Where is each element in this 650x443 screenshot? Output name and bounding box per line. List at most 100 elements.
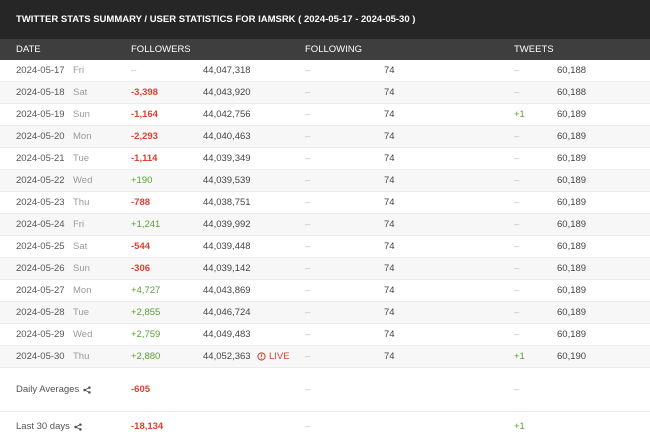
following-change: – (305, 175, 311, 186)
row-date: 2024-05-22 (16, 175, 65, 186)
share-icon[interactable] (83, 385, 91, 394)
followers-total: 44,039,448 (203, 241, 251, 252)
followers-change: +1,241 (131, 219, 161, 230)
following-total: 74 (384, 109, 395, 120)
tweets-total: 60,188 (557, 87, 587, 98)
row-date: 2024-05-21 (16, 153, 65, 164)
last-30-days-tweets: +1 (514, 421, 525, 432)
followers-change: -544 (131, 241, 151, 252)
tweets-change: – (514, 87, 520, 98)
row-weekday: Tue (73, 307, 90, 318)
last-30-days-label[interactable]: Last 30 days (16, 421, 82, 432)
column-header-followers: FOLLOWERS (131, 44, 191, 55)
last-30-days-followers: -18,134 (131, 421, 164, 432)
following-change: – (305, 241, 311, 252)
table-row: 2024-05-22 Wed +190 44,039,539 – 74 – 60,189 (0, 170, 650, 192)
table-row: 2024-05-28 Tue +2,855 44,046,724 – 74 – 60,189 (0, 302, 650, 324)
tweets-total: 60,189 (557, 307, 587, 318)
table-row: 2024-05-23 Thu -788 44,038,751 – 74 – 60,189 (0, 192, 650, 214)
following-change: – (305, 263, 311, 274)
following-total: 74 (384, 65, 395, 76)
table-row: 2024-05-18 Sat -3,398 44,043,920 – 74 – 60,188 (0, 82, 650, 104)
following-change: – (305, 219, 311, 230)
share-icon[interactable] (74, 422, 82, 431)
row-weekday: Mon (73, 131, 92, 142)
following-change: – (305, 307, 311, 318)
table-row: 2024-05-25 Sat -544 44,039,448 – 74 – 60,189 (0, 236, 650, 258)
tweets-change: +1 (514, 351, 525, 362)
row-date: 2024-05-26 (16, 263, 65, 274)
following-total: 74 (384, 307, 395, 318)
tweets-total: 60,189 (557, 219, 587, 230)
live-label: LIVE (269, 351, 290, 362)
following-total: 74 (384, 197, 395, 208)
page-title: TWITTER STATS SUMMARY / USER STATISTICS … (0, 0, 650, 39)
table-row: 2024-05-27 Mon +4,727 44,043,869 – 74 – 60,189 (0, 280, 650, 302)
followers-total: 44,038,751 (203, 197, 251, 208)
last-30-days-following: – (305, 421, 311, 432)
following-change: – (305, 285, 311, 296)
following-total: 74 (384, 351, 395, 362)
row-weekday: Fri (73, 219, 85, 230)
daily-averages-text: Daily Averages (16, 384, 80, 395)
followers-total: 44,049,483 (203, 329, 251, 340)
row-date: 2024-05-27 (16, 285, 65, 296)
table-row: 2024-05-24 Fri +1,241 44,039,992 – 74 – 60,189 (0, 214, 650, 236)
stats-table-body: 2024-05-17 Fri –44,047,318–74–60,188 2024-0… (0, 60, 650, 368)
row-date: 2024-05-20 (16, 131, 65, 142)
daily-averages-row: Daily Averages -605 – – (0, 368, 650, 412)
tweets-change: – (514, 131, 520, 142)
row-weekday: Fri (73, 65, 85, 76)
row-date: 2024-05-25 (16, 241, 65, 252)
daily-averages-tweets: – (514, 384, 520, 395)
followers-change: +2,880 (131, 351, 161, 362)
followers-total: 44,047,318 (203, 65, 251, 76)
column-header-following: FOLLOWING (305, 44, 363, 55)
row-date: 2024-05-29 (16, 329, 65, 340)
table-row: 2024-05-19 Sun -1,164 44,042,756 – 74 +1 60,189 (0, 104, 650, 126)
following-change: – (305, 131, 311, 142)
tweets-total: 60,189 (557, 263, 587, 274)
following-total: 74 (384, 219, 395, 230)
followers-change: -788 (131, 197, 151, 208)
following-change: – (305, 329, 311, 340)
following-change: – (305, 153, 311, 164)
table-row: 2024-05-29 Wed +2,759 44,049,483 – 74 – 60,189 (0, 324, 650, 346)
tweets-total: 60,189 (557, 153, 587, 164)
tweets-total: 60,189 (557, 241, 587, 252)
following-total: 74 (384, 87, 395, 98)
tweets-total: 60,189 (557, 197, 587, 208)
tweets-total: 60,189 (557, 109, 587, 120)
tweets-total: 60,189 (557, 175, 587, 186)
row-date: 2024-05-28 (16, 307, 65, 318)
row-weekday: Sun (73, 109, 90, 120)
following-change: – (305, 351, 311, 362)
tweets-total: 60,190 (557, 351, 587, 362)
followers-total: 44,043,869 (203, 285, 251, 296)
following-change: – (305, 109, 311, 120)
row-date: 2024-05-30 (16, 351, 65, 362)
daily-averages-label[interactable]: Daily Averages (16, 384, 91, 395)
table-row: 2024-05-20 Mon -2,293 44,040,463 – 74 – 60,189 (0, 126, 650, 148)
row-weekday: Thu (73, 197, 90, 208)
tweets-change: – (514, 263, 520, 274)
row-weekday: Sun (73, 263, 90, 274)
followers-total: 44,043,920 (203, 87, 251, 98)
followers-change: +2,759 (131, 329, 161, 340)
table-row: 2024-05-26 Sun -306 44,039,142 – 74 – 60,189 (0, 258, 650, 280)
following-total: 74 (384, 263, 395, 274)
tweets-change: – (514, 65, 520, 76)
tweets-change: – (514, 197, 520, 208)
row-weekday: Wed (73, 175, 93, 186)
followers-total: 44,039,992 (203, 219, 251, 230)
following-change: – (305, 87, 311, 98)
page-title-text: TWITTER STATS SUMMARY / USER STATISTICS … (16, 14, 416, 25)
row-weekday: Sat (73, 241, 88, 252)
following-total: 74 (384, 153, 395, 164)
tweets-change: – (514, 175, 520, 186)
table-row: 2024-05-17 Fri – 44,047,318 – 74 – 60,188 (0, 60, 650, 82)
followers-total: 44,039,142 (203, 263, 251, 274)
followers-total: 44,042,756 (203, 109, 251, 120)
followers-total: 44,052,363 (203, 351, 251, 362)
row-date: 2024-05-19 (16, 109, 65, 120)
